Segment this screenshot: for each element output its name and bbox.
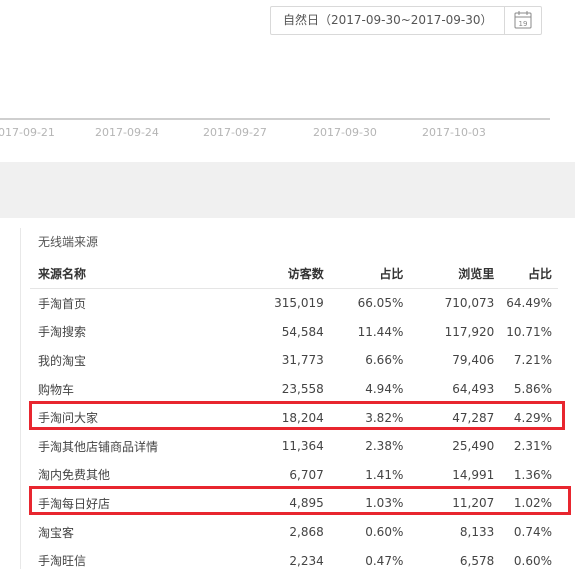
chart-timeline-axis: 017-09-21 2017-09-24 2017-09-27 2017-09-… [0, 118, 575, 148]
table-row[interactable]: 手淘问大家 18,204 3.82% 47,287 4.29% [30, 403, 558, 432]
source-name: 手淘每日好店 [38, 496, 111, 511]
visitors: 2,868 [289, 525, 324, 540]
visitor-share: 3.82% [365, 410, 404, 425]
calendar-icon: 19 [514, 11, 532, 29]
pageview-share: 0.74% [513, 525, 552, 540]
timeline-tick: 2017-09-30 [313, 126, 377, 139]
visitor-share: 1.41% [365, 467, 404, 482]
pageviews: 6,578 [459, 553, 495, 568]
pageviews: 710,073 [444, 296, 495, 311]
traffic-source-table: 来源名称 访客数 占比 浏览里 占比 手淘首页 315,019 66.05% 7… [30, 258, 558, 575]
visitors: 2,234 [289, 553, 324, 568]
visitors: 31,773 [281, 353, 324, 368]
pageview-share: 10.71% [506, 324, 552, 339]
source-name: 手淘搜索 [38, 325, 87, 340]
visitor-share: 0.47% [365, 553, 404, 568]
pageviews: 47,287 [452, 410, 495, 425]
col-header-pageviews[interactable]: 浏览里 [409, 258, 501, 289]
source-name: 手淘旺信 [38, 554, 87, 569]
pageview-share: 4.29% [513, 410, 552, 425]
col-header-pageview-share[interactable]: 占比 [500, 258, 558, 289]
visitors: 54,584 [281, 324, 324, 339]
visitor-share: 11.44% [357, 324, 404, 339]
visitors: 4,895 [289, 496, 324, 511]
table-row[interactable]: 手淘每日好店 4,895 1.03% 11,207 1.02% [30, 489, 558, 518]
timeline-tick: 2017-10-03 [422, 126, 486, 139]
table-header-row: 来源名称 访客数 占比 浏览里 占比 [30, 258, 558, 289]
date-range-label: 自然日（2017-09-30~2017-09-30） [283, 13, 493, 27]
visitors: 315,019 [274, 296, 324, 311]
section-title: 无线端来源 [38, 235, 99, 249]
table-row[interactable]: 手淘旺信 2,234 0.47% 6,578 0.60% [30, 546, 558, 575]
pageview-share: 1.36% [513, 467, 552, 482]
wireless-source-panel: 无线端来源 来源名称 访客数 占比 浏览里 占比 手淘首页 315,019 66… [0, 218, 575, 569]
pageviews: 79,406 [452, 353, 495, 368]
pageview-share: 5.86% [513, 382, 552, 397]
visitor-share: 2.38% [365, 439, 404, 454]
pageviews: 11,207 [452, 496, 495, 511]
calendar-icon-day: 19 [519, 20, 528, 28]
calendar-button[interactable]: 19 [504, 7, 541, 34]
timeline-tick: 2017-09-24 [95, 126, 159, 139]
visitor-share: 4.94% [365, 382, 404, 397]
source-name: 淘宝客 [38, 525, 75, 540]
pageview-share: 2.31% [513, 439, 552, 454]
col-header-visitors[interactable]: 访客数 [245, 258, 330, 289]
section-separator-band [0, 162, 575, 218]
visitor-share: 66.05% [357, 296, 404, 311]
table-row[interactable]: 淘内免费其他 6,707 1.41% 14,991 1.36% [30, 461, 558, 490]
source-name: 手淘首页 [38, 296, 87, 311]
table-row[interactable]: 淘宝客 2,868 0.60% 8,133 0.74% [30, 518, 558, 547]
table-row[interactable]: 手淘搜索 54,584 11.44% 117,920 10.71% [30, 318, 558, 347]
pageviews: 8,133 [459, 525, 495, 540]
table-row[interactable]: 手淘其他店铺商品详情 11,364 2.38% 25,490 2.31% [30, 432, 558, 461]
source-name: 手淘问大家 [38, 411, 99, 426]
pageview-share: 7.21% [513, 353, 552, 368]
timeline-tick: 2017-09-27 [203, 126, 267, 139]
source-name: 我的淘宝 [38, 353, 87, 368]
pageviews: 25,490 [452, 439, 495, 454]
pageview-share: 1.02% [513, 496, 552, 511]
visitors: 11,364 [281, 439, 324, 454]
pageviews: 64,493 [452, 382, 495, 397]
source-name: 手淘其他店铺商品详情 [38, 439, 159, 454]
timeline-axis-line [0, 118, 550, 120]
visitors: 23,558 [281, 382, 324, 397]
panel-left-border [20, 228, 21, 569]
visitors: 18,204 [281, 410, 324, 425]
visitor-share: 6.66% [365, 353, 404, 368]
pageviews: 117,920 [444, 324, 495, 339]
pageview-share: 0.60% [513, 553, 552, 568]
source-name: 购物车 [38, 382, 75, 397]
table-row[interactable]: 我的淘宝 31,773 6.66% 79,406 7.21% [30, 346, 558, 375]
visitor-share: 1.03% [365, 496, 404, 511]
date-range-picker[interactable]: 自然日（2017-09-30~2017-09-30） 19 [270, 6, 542, 35]
timeline-tick: 017-09-21 [0, 126, 55, 139]
pageview-share: 64.49% [506, 296, 552, 311]
table-row[interactable]: 购物车 23,558 4.94% 64,493 5.86% [30, 375, 558, 404]
visitor-share: 0.60% [365, 525, 404, 540]
source-name: 淘内免费其他 [38, 468, 111, 483]
col-header-visitor-share[interactable]: 占比 [329, 258, 410, 289]
pageviews: 14,991 [452, 467, 495, 482]
col-header-source-name[interactable]: 来源名称 [30, 258, 246, 289]
table-row[interactable]: 手淘首页 315,019 66.05% 710,073 64.49% [30, 289, 558, 318]
visitors: 6,707 [289, 467, 324, 482]
